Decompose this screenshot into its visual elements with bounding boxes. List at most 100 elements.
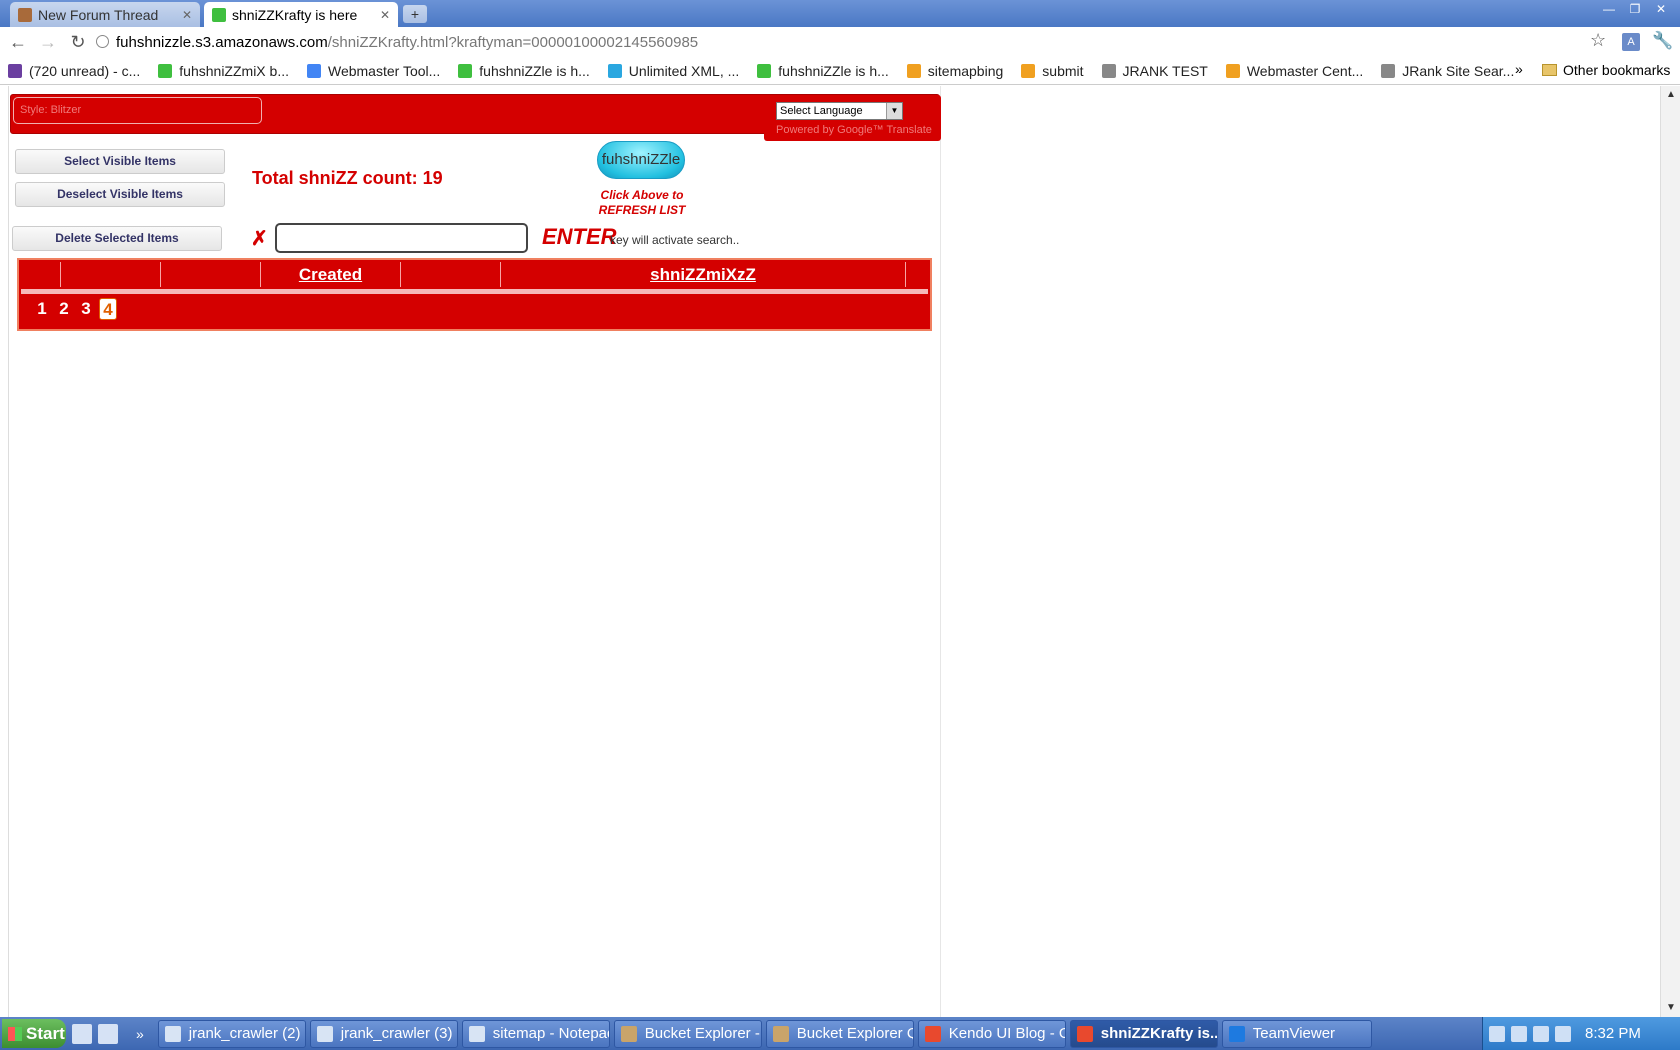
bookmark-item[interactable]: submit: [1021, 62, 1084, 79]
taskbar-button[interactable]: sitemap - Notepad: [461, 1019, 610, 1048]
address-bar[interactable]: fuhshnizzle.s3.amazonaws.com/shniZZKraft…: [92, 30, 1592, 54]
bookmark-favicon-icon: [158, 63, 173, 78]
taskbar-button-label: jrank_crawler (2) ...: [188, 1025, 306, 1042]
taskbar-button[interactable]: jrank_crawler (2) ...: [157, 1019, 306, 1048]
taskbar-button-label: Bucket Explorer - ...: [644, 1025, 761, 1042]
bookmarks-overflow-icon[interactable]: »: [1515, 61, 1523, 77]
column-header-created[interactable]: Created: [261, 262, 401, 287]
taskbar-button-label: Bucket Explorer Q...: [796, 1025, 913, 1042]
quicklaunch-icon[interactable]: [72, 1023, 92, 1044]
select-visible-button[interactable]: Select Visible Items: [15, 149, 225, 174]
bookmark-star-icon[interactable]: ☆: [1590, 30, 1606, 51]
scroll-down-icon[interactable]: ▼: [1661, 999, 1680, 1017]
bookmark-item[interactable]: fuhshniZZle is h...: [757, 63, 889, 79]
reload-icon[interactable]: ↻: [66, 30, 90, 54]
volume-icon[interactable]: [1555, 1025, 1571, 1042]
tab-shnizzkrafty[interactable]: shniZZKrafty is here ✕: [204, 2, 398, 27]
network-icon[interactable]: [1533, 1025, 1549, 1042]
column-header[interactable]: [61, 262, 161, 287]
taskbar-button[interactable]: Bucket Explorer Q...: [765, 1019, 914, 1048]
bookmark-label: Webmaster Tool...: [327, 62, 441, 79]
column-header[interactable]: [401, 262, 501, 287]
tray-icon[interactable]: [1489, 1025, 1505, 1042]
app-icon: [1076, 1025, 1093, 1042]
start-label: Start: [26, 1023, 65, 1043]
bookmark-item[interactable]: sitemapbing: [906, 62, 1004, 79]
total-count: Total shniZZ count: 19: [252, 168, 443, 188]
url-path: /shniZZKrafty.html?kraftyman=00000100002…: [327, 33, 699, 51]
taskbar-button[interactable]: Bucket Explorer - ...: [613, 1019, 762, 1048]
page-link-current[interactable]: 4: [99, 298, 117, 320]
clear-search-icon[interactable]: ✗: [251, 229, 271, 249]
other-bookmarks[interactable]: Other bookmarks: [1542, 62, 1670, 78]
app-icon: [772, 1025, 789, 1042]
taskbar-button-label: jrank_crawler (3) ...: [340, 1025, 458, 1042]
tab-title: New Forum Thread: [38, 6, 159, 23]
forum-favicon-icon: [18, 7, 32, 22]
back-icon[interactable]: ←: [6, 30, 30, 54]
bookmark-item[interactable]: fuhshniZZmiX b...: [158, 63, 289, 79]
taskbar-button[interactable]: TeamViewer: [1221, 1019, 1372, 1048]
translate-icon[interactable]: A: [1622, 33, 1640, 51]
items-grid: Created shniZZmiXzZ 1 2 3 4: [17, 258, 932, 331]
bookmark-favicon-icon: [458, 63, 473, 78]
bookmark-item[interactable]: Webmaster Cent...: [1225, 62, 1364, 79]
refresh-logo-button[interactable]: fuhshniZZle: [597, 141, 685, 179]
close-window-icon[interactable]: ✕: [1650, 1, 1672, 17]
bookmark-label: fuhshniZZmiX b...: [179, 62, 289, 79]
divider: [8, 86, 9, 1017]
system-tray: 8:32 PM: [1482, 1017, 1680, 1050]
vertical-scrollbar[interactable]: ▲ ▼: [1660, 86, 1680, 1017]
bookmark-item[interactable]: (720 unread) - c...: [8, 63, 140, 79]
delete-selected-button[interactable]: Delete Selected Items: [12, 226, 222, 251]
bookmark-label: Webmaster Cent...: [1246, 62, 1364, 79]
close-icon[interactable]: ✕: [182, 8, 192, 22]
column-header[interactable]: [21, 262, 61, 287]
task-list: jrank_crawler (2) ... jrank_crawler (3) .…: [154, 1019, 1372, 1048]
new-tab-button[interactable]: +: [403, 5, 427, 23]
bookmark-label: JRANK TEST: [1122, 62, 1208, 79]
globe-icon: [96, 35, 109, 48]
deselect-visible-button[interactable]: Deselect Visible Items: [15, 182, 225, 207]
scroll-up-icon[interactable]: ▲: [1661, 86, 1680, 104]
bookmark-favicon-icon: [1021, 63, 1036, 78]
taskbar-button[interactable]: Kendo UI Blog - G...: [917, 1019, 1066, 1048]
app-icon: [620, 1025, 637, 1042]
taskbar-button[interactable]: jrank_crawler (3) ...: [309, 1019, 458, 1048]
minimize-icon[interactable]: —: [1598, 1, 1620, 17]
bookmark-item[interactable]: fuhshniZZle is h...: [458, 63, 590, 79]
close-icon[interactable]: ✕: [380, 8, 390, 22]
bookmark-favicon-icon: [906, 63, 921, 78]
page-link[interactable]: 2: [55, 298, 73, 320]
bookmark-label: sitemapbing: [927, 62, 1004, 79]
app-icon: [316, 1025, 333, 1042]
search-input[interactable]: [275, 223, 528, 253]
page-link[interactable]: 3: [77, 298, 95, 320]
language-select[interactable]: Select Language ▼: [776, 102, 903, 120]
bookmark-favicon-icon: [306, 63, 321, 78]
bookmark-item[interactable]: JRank Site Sear...: [1381, 63, 1514, 79]
quicklaunch-more-icon[interactable]: »: [136, 1026, 144, 1042]
restore-icon[interactable]: ❐: [1624, 1, 1646, 17]
show-desktop-icon[interactable]: [98, 1023, 118, 1044]
page-link[interactable]: 1: [33, 298, 51, 320]
bookmark-item[interactable]: JRANK TEST: [1101, 62, 1208, 79]
clock: 8:32 PM: [1585, 1025, 1641, 1042]
bookmark-item[interactable]: Webmaster Tool...: [306, 62, 441, 79]
bookmark-label: submit: [1042, 62, 1084, 79]
grid-body: [21, 289, 928, 294]
start-button[interactable]: Start: [2, 1019, 66, 1048]
column-header[interactable]: [161, 262, 261, 287]
other-bookmarks-label: Other bookmarks: [1563, 62, 1671, 78]
bookmark-item[interactable]: Unlimited XML, ...: [607, 63, 739, 79]
style-label[interactable]: Style: Blitzer: [13, 97, 262, 124]
taskbar-button-label: shniZZKrafty is...: [1100, 1025, 1218, 1042]
tray-icon[interactable]: [1511, 1025, 1527, 1042]
page-viewport: Style: Blitzer Select Language ▼ Powered…: [0, 86, 1660, 1017]
forward-icon[interactable]: →: [36, 30, 60, 54]
enter-hint: key will activate search..: [610, 233, 740, 247]
taskbar-button[interactable]: shniZZKrafty is...: [1069, 1019, 1218, 1048]
column-header-shnizzmixzz[interactable]: shniZZmiXzZ: [501, 262, 906, 287]
tab-new-forum-thread[interactable]: New Forum Thread ✕: [10, 2, 200, 27]
wrench-icon[interactable]: 🔧: [1652, 31, 1673, 51]
